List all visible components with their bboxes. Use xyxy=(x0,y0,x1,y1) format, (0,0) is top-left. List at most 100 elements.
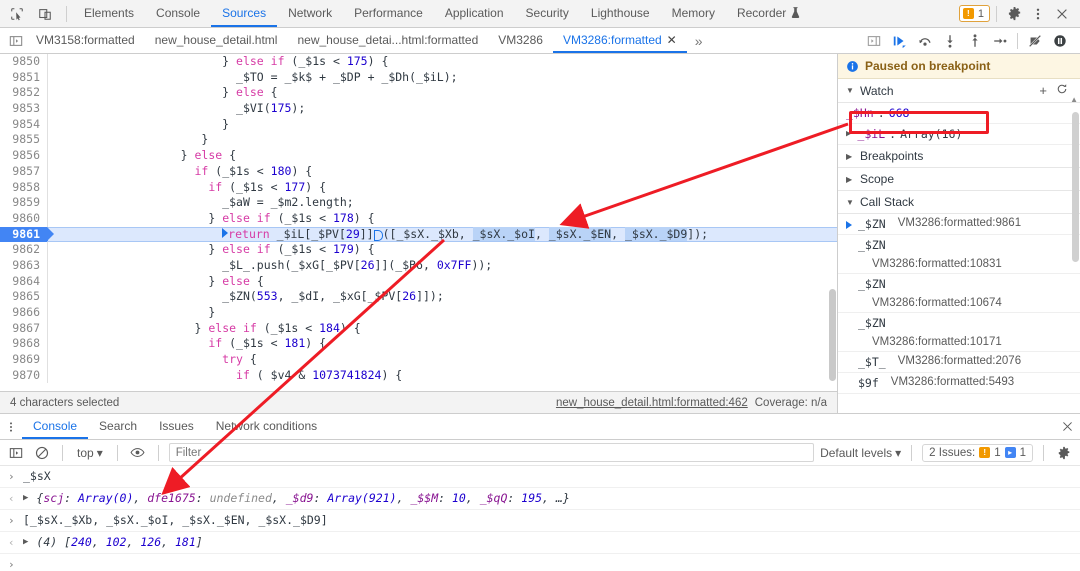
kebab-menu-icon[interactable] xyxy=(1027,3,1049,25)
console-settings-gear-icon[interactable] xyxy=(1054,443,1074,463)
plus-icon[interactable]: + xyxy=(1039,83,1047,98)
line-number[interactable]: 9863 xyxy=(0,257,47,274)
pause-on-exceptions-icon[interactable] xyxy=(1048,30,1072,52)
code-line[interactable]: 9869 try { xyxy=(0,352,837,368)
code-line[interactable]: 9862 } else if (_$1s < 179) { xyxy=(0,242,837,258)
line-number[interactable]: 9869 xyxy=(0,352,47,368)
code-line[interactable]: 9870 if ( $v4 & 1073741824) { xyxy=(0,367,837,384)
line-number[interactable]: 9870 xyxy=(0,367,47,384)
code-editor[interactable]: 9850 } else if (_$1s < 175) {9851 _$TO =… xyxy=(0,54,837,391)
more-tabs-icon[interactable]: » xyxy=(687,28,711,53)
call-stack-frame[interactable]: _$ZN VM3286:formatted:10674 xyxy=(838,274,1080,313)
drawer-tab-console[interactable]: Console xyxy=(22,414,89,439)
refresh-icon[interactable] xyxy=(1056,83,1068,98)
code-line[interactable]: 9865 _$ZN(553, _$dI, _$xG[_$PV[26]]); xyxy=(0,289,837,305)
drawer-kebab-menu-icon[interactable] xyxy=(0,414,22,439)
breakpoints-section-header[interactable]: ▶ Breakpoints xyxy=(838,145,1080,168)
step-over-next-function-call-icon[interactable] xyxy=(913,30,937,52)
tab-console[interactable]: Console xyxy=(145,0,211,27)
close-tab-icon[interactable]: ✕ xyxy=(667,34,677,46)
step-out-of-current-function-icon[interactable] xyxy=(963,30,987,52)
show-debugger-sidebar-icon[interactable] xyxy=(861,30,887,52)
live-expression-icon[interactable] xyxy=(128,443,148,463)
tab-network[interactable]: Network xyxy=(277,0,343,27)
tab-application[interactable]: Application xyxy=(434,0,515,27)
code-line[interactable]: 9859 _$aW = _$m2.length; xyxy=(0,195,837,211)
console-prompt-row[interactable]: › xyxy=(0,554,1080,571)
console-input-row[interactable]: › _$sX xyxy=(0,466,1080,488)
line-number[interactable]: 9867 xyxy=(0,320,47,337)
show-navigator-icon[interactable] xyxy=(6,31,26,51)
line-number[interactable]: 9851 xyxy=(0,69,47,86)
code-line-current[interactable]: 9861 return _$iL[_$PV[29]] ([_$sX._$Xb, _… xyxy=(0,226,837,243)
line-number[interactable]: 9859 xyxy=(0,195,47,211)
expand-triangle-icon[interactable]: ▶ xyxy=(23,491,28,506)
line-number[interactable]: 9858 xyxy=(0,179,47,196)
gear-icon[interactable] xyxy=(1003,3,1025,25)
file-tab-vm3286-formatted[interactable]: VM3286:formatted ✕ xyxy=(552,28,687,53)
tab-lighthouse[interactable]: Lighthouse xyxy=(580,0,661,27)
watch-section-header[interactable]: ▼ Watch + xyxy=(838,79,1080,103)
breakpoint-marker-icon[interactable] xyxy=(373,229,383,241)
clear-console-icon[interactable] xyxy=(32,443,52,463)
console-level-selector[interactable]: Default levels ▾ xyxy=(820,446,901,460)
call-stack-section-header[interactable]: ▼ Call Stack xyxy=(838,191,1080,214)
close-icon[interactable] xyxy=(1051,3,1073,25)
drawer-tab-issues[interactable]: Issues xyxy=(148,414,205,439)
call-stack-frame[interactable]: _$T_ VM3286:formatted:2076 xyxy=(838,352,1080,373)
line-number[interactable]: 9862 xyxy=(0,242,47,258)
deactivate-breakpoints-icon[interactable] xyxy=(1023,30,1047,52)
line-number[interactable]: 9864 xyxy=(0,273,47,290)
inspect-element-icon[interactable] xyxy=(8,5,26,23)
code-line[interactable]: 9857 if (_$1s < 180) { xyxy=(0,163,837,180)
code-line[interactable]: 9856 } else { xyxy=(0,148,837,164)
line-number[interactable]: 9865 xyxy=(0,289,47,305)
code-line[interactable]: 9852 } else { xyxy=(0,85,837,102)
code-line[interactable]: 9858 if (_$1s < 177) { xyxy=(0,179,837,196)
code-line[interactable]: 9868 if (_$1s < 181) { xyxy=(0,336,837,353)
console-sidebar-icon[interactable] xyxy=(6,443,26,463)
file-tab-vm3158-formatted[interactable]: VM3158:formatted xyxy=(26,28,145,53)
code-line[interactable]: 9851 _$TO = _$k$ + _$DP + _$Dh(_$iL); xyxy=(0,69,837,86)
step-into-next-function-call-icon[interactable] xyxy=(938,30,962,52)
line-number[interactable]: 9852 xyxy=(0,85,47,102)
code-line[interactable]: 9860 } else if (_$1s < 178) { xyxy=(0,210,837,227)
source-mapping-link[interactable]: new_house_detail.html:formatted:462 xyxy=(556,397,748,409)
code-line[interactable]: 9866 } xyxy=(0,305,837,321)
console-issues-pill[interactable]: 2 Issues: ! 1 ▸ 1 xyxy=(922,443,1033,462)
file-tab-new-house-detail-html-formatted[interactable]: new_house_detai...html:formatted xyxy=(287,28,488,53)
line-number[interactable]: 9868 xyxy=(0,336,47,353)
device-toolbar-icon[interactable] xyxy=(36,5,54,23)
file-tab-vm3286[interactable]: VM3286 xyxy=(488,28,553,53)
code-line[interactable]: 9854 } xyxy=(0,116,837,133)
sidebar-vertical-scrollbar[interactable]: ▲ xyxy=(1070,94,1080,413)
file-tab-new-house-detail-html[interactable]: new_house_detail.html xyxy=(145,28,288,53)
line-number[interactable]: 9856 xyxy=(0,148,47,164)
console-output-row[interactable]: ‹ ▶ {scj: Array(0), dfe1675: undefined, _$… xyxy=(0,488,1080,510)
tab-recorder[interactable]: Recorder xyxy=(726,0,812,27)
code-line[interactable]: 9850 } else if (_$1s < 175) { xyxy=(0,54,837,70)
call-stack-frame[interactable]: $9f VM3286:formatted:5493 xyxy=(838,373,1080,394)
console-filter-input[interactable] xyxy=(168,443,815,462)
drawer-close-icon[interactable] xyxy=(1054,414,1080,439)
console-output-row[interactable]: ‹ ▶ (4) [240, 102, 126, 181] xyxy=(0,532,1080,554)
drawer-tab-network-conditions[interactable]: Network conditions xyxy=(205,414,328,439)
code-line[interactable]: 9867 } else if (_$1s < 184) { xyxy=(0,320,837,337)
line-number[interactable]: 9866 xyxy=(0,305,47,321)
tab-security[interactable]: Security xyxy=(515,0,580,27)
scroll-up-icon[interactable]: ▲ xyxy=(1070,95,1078,104)
code-line[interactable]: 9863 _$L_.push(_$xG[_$PV[26]](_$B6, 0x7F… xyxy=(0,257,837,274)
tab-sources[interactable]: Sources xyxy=(211,0,278,27)
line-number[interactable]: 9860 xyxy=(0,210,47,227)
execution-context-selector[interactable]: top ▾ xyxy=(73,446,107,460)
tab-memory[interactable]: Memory xyxy=(661,0,726,27)
line-number[interactable]: 9853 xyxy=(0,101,47,117)
call-stack-frame[interactable]: _$ZN VM3286:formatted:10831 xyxy=(838,235,1080,274)
code-line[interactable]: 9855 } xyxy=(0,132,837,149)
editor-vertical-scrollbar[interactable] xyxy=(828,54,837,391)
expand-triangle-icon[interactable]: ▶ xyxy=(23,535,28,550)
drawer-tab-search[interactable]: Search xyxy=(88,414,148,439)
step-icon[interactable] xyxy=(988,30,1012,52)
tab-elements[interactable]: Elements xyxy=(73,0,145,27)
line-number[interactable]: 9854 xyxy=(0,116,47,133)
